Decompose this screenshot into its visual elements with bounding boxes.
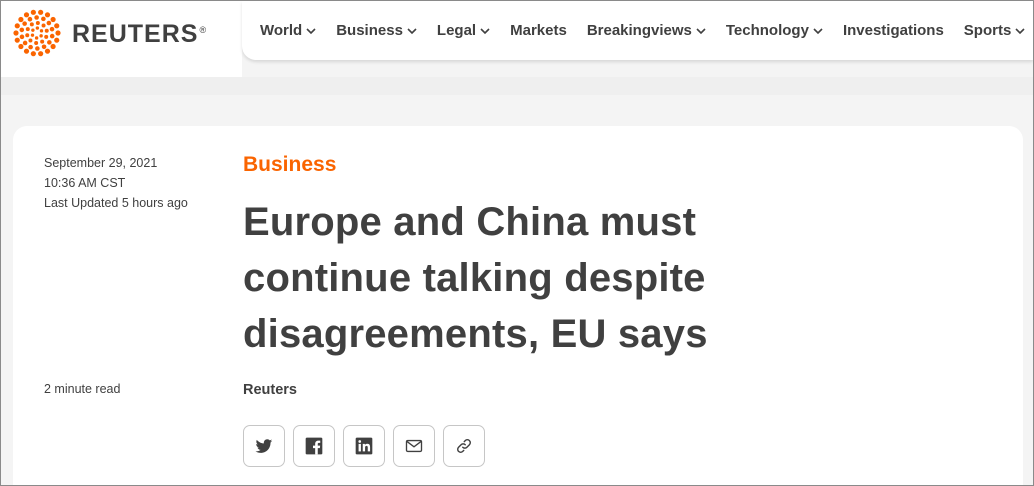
article-meta: September 29, 2021 10:36 AM CST Last Upd…	[44, 153, 188, 213]
main-nav: World Business Legal Markets Breakingvie…	[242, 1, 1033, 60]
logo-dot	[50, 43, 56, 50]
logo-dot	[44, 48, 51, 54]
logo-dot	[35, 21, 40, 26]
nav-item-business[interactable]: Business	[336, 22, 417, 39]
logo-dot	[44, 28, 49, 33]
logo-dot	[49, 33, 55, 39]
logo-dot	[28, 38, 33, 43]
logo-dot	[34, 40, 39, 45]
share-bar	[243, 425, 493, 467]
logo-dot	[41, 44, 47, 50]
nav-label: Markets	[510, 22, 567, 39]
link-icon	[457, 439, 471, 453]
nav-item-markets[interactable]: Markets	[510, 22, 567, 39]
logo-dot	[30, 51, 36, 57]
nav-item-world[interactable]: World	[260, 22, 316, 39]
logo-dot	[28, 44, 33, 50]
linkedin-icon	[355, 437, 373, 455]
publish-date: September 29, 2021	[44, 156, 158, 170]
section-link[interactable]: Business	[243, 153, 336, 177]
logo-dot	[18, 43, 24, 50]
logo-dot	[25, 33, 30, 38]
nav-label: Legal	[436, 22, 477, 39]
logo-dot	[34, 15, 39, 20]
logo-dot	[49, 26, 55, 32]
article-headline: Europe and China must continue talking d…	[243, 200, 708, 356]
page: REUTERS® World Business Legal Markets Br…	[0, 0, 1034, 486]
nav-label: Breakingviews	[586, 22, 692, 39]
chevron-down-icon	[696, 27, 706, 34]
publish-time: 10:36 AM CST	[44, 176, 126, 190]
nav-label: Business	[336, 22, 403, 39]
nav-item-technology[interactable]: Technology	[726, 22, 823, 39]
logo-dot	[34, 36, 39, 40]
chevron-down-icon	[480, 27, 490, 34]
logo-dot	[31, 28, 35, 32]
logo-dot	[19, 34, 25, 40]
brand-name: REUTERS®	[72, 19, 208, 48]
logo-dot	[30, 9, 36, 15]
logo-dot	[44, 12, 51, 18]
last-updated: Last Updated 5 hours ago	[44, 196, 188, 210]
logo-dot	[14, 37, 20, 43]
share-twitter-button[interactable]	[243, 425, 285, 467]
logo-dot	[39, 29, 44, 33]
logo-dot	[19, 27, 25, 33]
logo-dot	[46, 20, 52, 26]
logo-dot	[13, 30, 19, 36]
share-email-button[interactable]	[393, 425, 435, 467]
nav-label: Investigations	[842, 22, 944, 39]
nav-label: Sports	[963, 22, 1012, 39]
logo-dot	[35, 26, 40, 30]
nav-label: Technology	[725, 22, 809, 39]
share-linkedin-button[interactable]	[343, 425, 385, 467]
chevron-down-icon	[1015, 27, 1025, 34]
nav-item-sports[interactable]: Sports	[964, 22, 1026, 39]
logo-dot	[54, 37, 60, 43]
logo-dot	[41, 23, 46, 28]
logo-dot	[35, 46, 40, 51]
logo-dot	[23, 48, 30, 54]
email-icon	[405, 439, 423, 453]
logo-dot	[23, 12, 30, 18]
logo-dot	[39, 34, 43, 38]
logo-dot	[18, 16, 24, 23]
header-logo-area: REUTERS®	[1, 1, 242, 77]
logo-dot	[44, 34, 49, 39]
reuters-logo[interactable]: REUTERS®	[13, 9, 207, 57]
article-card: September 29, 2021 10:36 AM CST Last Upd…	[13, 126, 1023, 485]
twitter-icon	[255, 439, 273, 453]
reuters-logo-icon	[13, 9, 61, 57]
logo-dot	[14, 23, 20, 29]
logo-dot	[27, 16, 33, 22]
nav-item-legal[interactable]: Legal	[437, 22, 490, 39]
nav-item-breakingviews[interactable]: Breakingviews	[587, 22, 706, 39]
logo-dot	[22, 21, 27, 26]
logo-dot	[38, 51, 44, 57]
header-divider	[1, 77, 1033, 95]
logo-dot	[25, 27, 30, 32]
logo-dot	[41, 16, 46, 22]
logo-dot	[40, 39, 45, 44]
logo-dot	[30, 33, 35, 37]
nav-label: World	[260, 22, 303, 39]
chevron-down-icon	[407, 27, 417, 34]
chevron-down-icon	[306, 27, 316, 34]
share-link-button[interactable]	[443, 425, 485, 467]
read-time: 2 minute read	[44, 382, 121, 396]
logo-dot	[38, 9, 44, 15]
logo-dot	[47, 40, 52, 45]
byline: Reuters	[243, 382, 297, 398]
logo-dot	[22, 40, 28, 46]
facebook-icon	[305, 437, 323, 455]
logo-dot	[54, 23, 60, 29]
share-facebook-button[interactable]	[293, 425, 335, 467]
nav-item-investigations[interactable]: Investigations	[843, 22, 944, 39]
logo-dot	[29, 22, 34, 27]
logo-dot	[50, 16, 56, 23]
logo-dot	[55, 30, 61, 36]
chevron-down-icon	[813, 27, 823, 34]
